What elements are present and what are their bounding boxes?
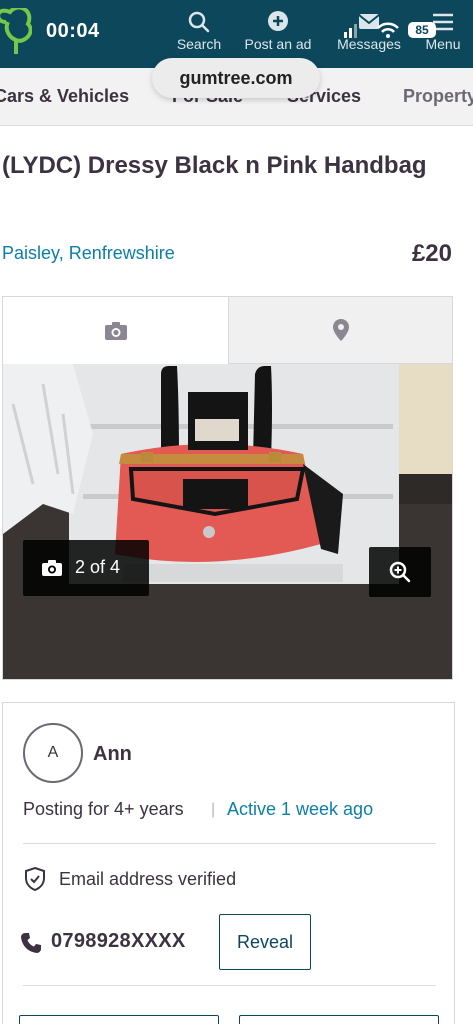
seller-card: A Ann Posting for 4+ years | Active 1 we… bbox=[2, 702, 455, 1024]
photo-counter: 2 of 4 bbox=[23, 540, 149, 596]
divider bbox=[23, 843, 436, 844]
photo-counter-text: 2 of 4 bbox=[75, 557, 121, 577]
seller-avatar[interactable]: A bbox=[23, 723, 83, 783]
nav-search-button[interactable]: Search bbox=[172, 8, 226, 52]
separator: | bbox=[211, 801, 216, 818]
nav-post-ad-button[interactable]: Post an ad bbox=[238, 8, 318, 52]
camera-icon bbox=[42, 560, 62, 576]
category-cars-vehicles[interactable]: Cars & Vehicles bbox=[0, 86, 129, 107]
browser-url-pill[interactable]: gumtree.com bbox=[152, 58, 320, 98]
listing-price: £20 bbox=[411, 240, 452, 267]
gallery-tabs bbox=[3, 297, 452, 364]
phone-icon bbox=[21, 933, 41, 953]
email-verified-text: Email address verified bbox=[59, 869, 237, 889]
secondary-contact-button[interactable] bbox=[239, 1015, 439, 1024]
gumtree-logo-icon[interactable] bbox=[0, 8, 32, 54]
zoom-button[interactable] bbox=[369, 547, 431, 597]
category-property[interactable]: Property bbox=[403, 86, 473, 107]
camera-icon bbox=[104, 321, 127, 340]
seller-name[interactable]: Ann bbox=[93, 743, 132, 766]
posting-duration: Posting for 4+ years bbox=[23, 799, 184, 819]
listing-photo[interactable] bbox=[3, 364, 452, 679]
nav-post-ad-label: Post an ad bbox=[244, 36, 312, 52]
map-tab[interactable] bbox=[228, 297, 452, 364]
contact-button[interactable] bbox=[19, 1015, 219, 1024]
photos-tab[interactable] bbox=[3, 297, 228, 364]
seller-activity: Active 1 week ago bbox=[227, 799, 374, 819]
battery-indicator: 85 bbox=[408, 22, 436, 38]
search-icon bbox=[188, 11, 210, 33]
divider bbox=[23, 985, 436, 986]
shield-check-icon bbox=[25, 866, 45, 892]
reveal-phone-button[interactable]: Reveal bbox=[219, 914, 311, 970]
listing-title: (LYDC) Dressy Black n Pink Handbag bbox=[2, 152, 427, 179]
location-pin-icon bbox=[332, 319, 349, 341]
nav-search-label: Search bbox=[176, 36, 222, 52]
seller-phone-number: 0798928XXXX bbox=[51, 930, 186, 952]
plus-circle-icon bbox=[268, 11, 288, 31]
image-gallery: 2 of 4 bbox=[2, 296, 453, 680]
status-time: 00:04 bbox=[46, 20, 100, 42]
listing-location-link[interactable]: Paisley, Renfrewshire bbox=[2, 243, 175, 264]
zoom-in-icon bbox=[389, 561, 411, 583]
